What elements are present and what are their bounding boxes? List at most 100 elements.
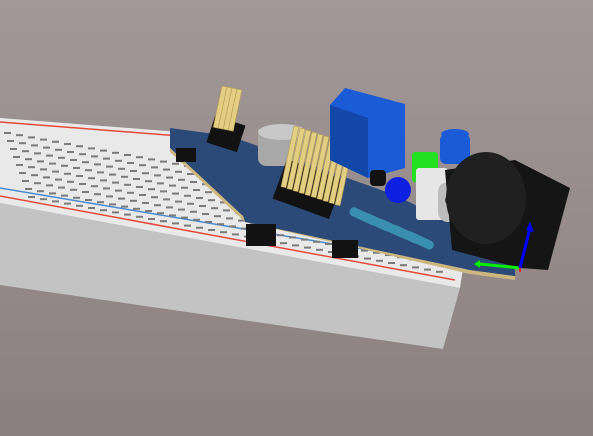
- breadboard-hole: [13, 156, 20, 158]
- breadboard-hole: [208, 229, 215, 231]
- breadboard-hole: [106, 165, 113, 168]
- breadboard-hole: [124, 183, 131, 186]
- breadboard-hole: [28, 166, 35, 169]
- breadboard-hole: [37, 160, 44, 163]
- breadboard-hole: [205, 221, 212, 223]
- breadboard-hole: [64, 202, 71, 205]
- breadboard-hole: [166, 176, 173, 179]
- breadboard-hole: [193, 189, 200, 191]
- breadboard-hole: [88, 177, 95, 180]
- breadboard-hole: [7, 140, 14, 142]
- breadboard-hole: [10, 148, 17, 150]
- breadboard-hole: [43, 146, 50, 149]
- breadboard-hole: [88, 207, 95, 209]
- breadboard-hole: [388, 262, 395, 264]
- breadboard-hole: [154, 204, 161, 207]
- breadboard-hole: [325, 243, 332, 245]
- breadboard-hole: [109, 173, 116, 176]
- breadboard-hole: [61, 164, 68, 167]
- breadboard-hole: [199, 205, 206, 207]
- breadboard-hole: [175, 170, 182, 173]
- breadboard-hole: [139, 164, 146, 167]
- breadboard-hole: [181, 216, 188, 219]
- breadboard-hole: [136, 215, 143, 218]
- breadboard-hole: [109, 203, 116, 206]
- breadboard-hole: [31, 174, 38, 177]
- breadboard-hole: [151, 196, 158, 199]
- breadboard-hole: [127, 191, 134, 194]
- breadboard-hole: [82, 161, 89, 164]
- 3d-viewport[interactable]: [0, 0, 593, 436]
- breadboard-hole: [205, 191, 212, 194]
- breadboard-hole: [19, 172, 26, 174]
- breadboard-hole: [223, 209, 230, 212]
- breadboard-hole: [163, 198, 170, 201]
- breadboard-hole: [130, 170, 137, 172]
- breadboard-hole: [136, 186, 143, 188]
- breadboard-hole: [112, 211, 119, 214]
- breadboard-hole: [76, 175, 83, 177]
- breadboard-hole: [148, 158, 155, 161]
- breadboard-hole: [157, 182, 164, 185]
- breadboard-hole: [175, 200, 182, 203]
- power-led: [385, 177, 411, 203]
- breadboard-hole: [28, 136, 35, 139]
- breadboard-hole: [133, 207, 140, 210]
- transistor: [370, 170, 386, 186]
- breadboard-hole: [142, 172, 149, 175]
- breadboard-hole: [145, 180, 152, 183]
- breadboard-hole: [118, 197, 125, 200]
- breadboard-hole: [52, 170, 59, 173]
- breadboard-hole: [112, 151, 119, 154]
- breadboard-hole: [91, 185, 98, 188]
- breadboard-hole: [82, 191, 89, 193]
- breadboard-hole: [70, 188, 77, 191]
- breadboard-hole: [163, 168, 170, 171]
- breadboard-hole: [52, 200, 59, 203]
- breadboard-hole: [148, 188, 155, 191]
- breadboard-hole: [424, 268, 431, 271]
- breadboard-hole: [229, 225, 236, 228]
- breadboard-hole: [103, 187, 110, 190]
- breadboard-hole: [169, 214, 176, 217]
- breadboard-hole: [22, 180, 29, 182]
- breadboard-hole: [220, 231, 227, 234]
- breadboard-hole: [166, 206, 173, 209]
- breadboard-hole: [148, 218, 155, 220]
- breadboard-hole: [100, 149, 107, 152]
- breadboard-hole: [193, 218, 200, 221]
- breadboard-hole: [124, 213, 131, 216]
- breadboard-hole: [40, 198, 47, 201]
- breadboard-hole: [94, 193, 101, 196]
- 3d-scene[interactable]: [0, 0, 593, 436]
- breadboard-hole: [124, 154, 131, 156]
- breadboard-hole: [49, 192, 56, 195]
- breadboard-hole: [154, 174, 161, 177]
- breadboard-hole: [88, 147, 95, 150]
- breadboard-hole: [178, 178, 185, 181]
- terminal-block[interactable]: [330, 88, 405, 178]
- breadboard-hole: [64, 143, 71, 145]
- breadboard-hole: [184, 224, 191, 227]
- breadboard-hole: [202, 213, 209, 215]
- breadboard-hole: [16, 164, 23, 166]
- breadboard-hole: [100, 209, 107, 212]
- breadboard-hole: [184, 194, 191, 197]
- breadboard-hole: [22, 150, 29, 153]
- breadboard-hole: [316, 248, 323, 251]
- breadboard-hole: [292, 244, 299, 247]
- breadboard-hole: [91, 155, 98, 158]
- breadboard-hole: [304, 246, 311, 249]
- breadboard-hole: [169, 184, 176, 187]
- breadboard-hole: [73, 196, 80, 199]
- breadboard-hole: [196, 226, 203, 229]
- breadboard-hole: [139, 194, 146, 196]
- breadboard-hole: [436, 270, 443, 273]
- breadboard-hole: [160, 220, 167, 223]
- breadboard-hole: [106, 195, 113, 198]
- breadboard-hole: [301, 238, 308, 241]
- breadboard-hole: [34, 182, 41, 185]
- breadboard-hole: [196, 197, 203, 199]
- breadboard-hole: [64, 172, 71, 175]
- breadboard-hole: [277, 234, 284, 237]
